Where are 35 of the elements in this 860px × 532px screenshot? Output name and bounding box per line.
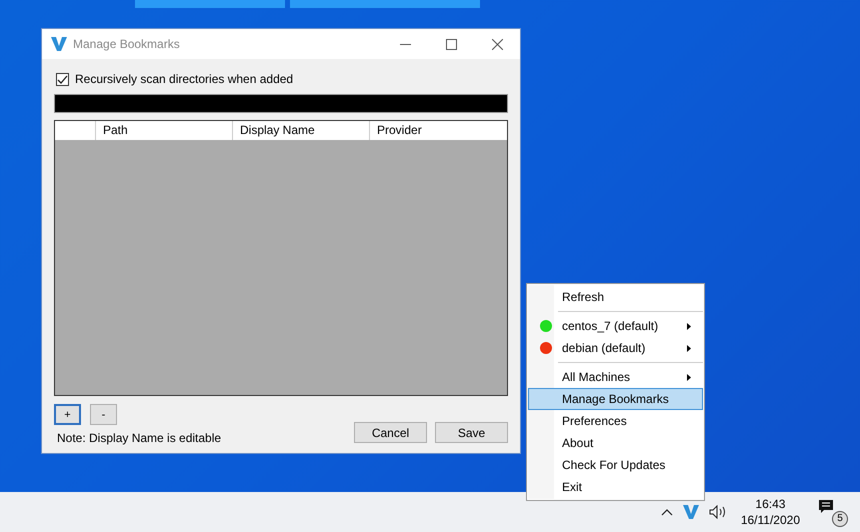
- menu-item[interactable]: All Machines: [528, 366, 703, 388]
- checkbox-label: Recursively scan directories when added: [75, 72, 294, 86]
- submenu-arrow-icon: [687, 374, 691, 380]
- add-button[interactable]: +: [54, 404, 81, 425]
- close-icon: [492, 38, 502, 50]
- clock-date: 16/11/2020: [740, 512, 800, 528]
- menu-item[interactable]: Refresh: [528, 286, 703, 308]
- maximize-icon: [446, 38, 456, 50]
- column-header[interactable]: Path: [96, 121, 233, 140]
- menu-item[interactable]: Check For Updates: [528, 454, 703, 476]
- remove-button[interactable]: -: [90, 404, 117, 425]
- cancel-button[interactable]: Cancel: [354, 422, 427, 443]
- v-logo-icon: [51, 36, 67, 52]
- menu-item[interactable]: centos_7 (default): [528, 315, 703, 337]
- column-header[interactable]: Display Name: [233, 121, 370, 140]
- clock[interactable]: 16:43 16/11/2020: [740, 496, 800, 528]
- chevron-up-icon[interactable]: [660, 508, 673, 516]
- save-button[interactable]: Save: [435, 422, 508, 443]
- window-title: Manage Bookmarks: [73, 37, 181, 51]
- note-text: Note: Display Name is editable: [57, 431, 222, 445]
- notification-badge: 5: [832, 511, 848, 527]
- path-field[interactable]: [54, 94, 508, 113]
- menu-item[interactable]: Preferences: [528, 410, 703, 432]
- menu-item[interactable]: Manage Bookmarks: [528, 388, 703, 410]
- notification-icon[interactable]: [818, 499, 834, 515]
- menu-item[interactable]: Exit: [528, 476, 703, 498]
- clock-time: 16:43: [755, 496, 786, 512]
- submenu-arrow-icon: [687, 344, 691, 352]
- column-header[interactable]: Provider: [370, 121, 507, 140]
- menu-item[interactable]: About: [528, 432, 703, 454]
- checkbox[interactable]: [56, 72, 69, 86]
- v-logo-icon[interactable]: [682, 504, 699, 520]
- menu-item[interactable]: debian (default): [528, 337, 703, 359]
- submenu-arrow-icon: [687, 322, 691, 330]
- speaker-icon[interactable]: [708, 505, 727, 519]
